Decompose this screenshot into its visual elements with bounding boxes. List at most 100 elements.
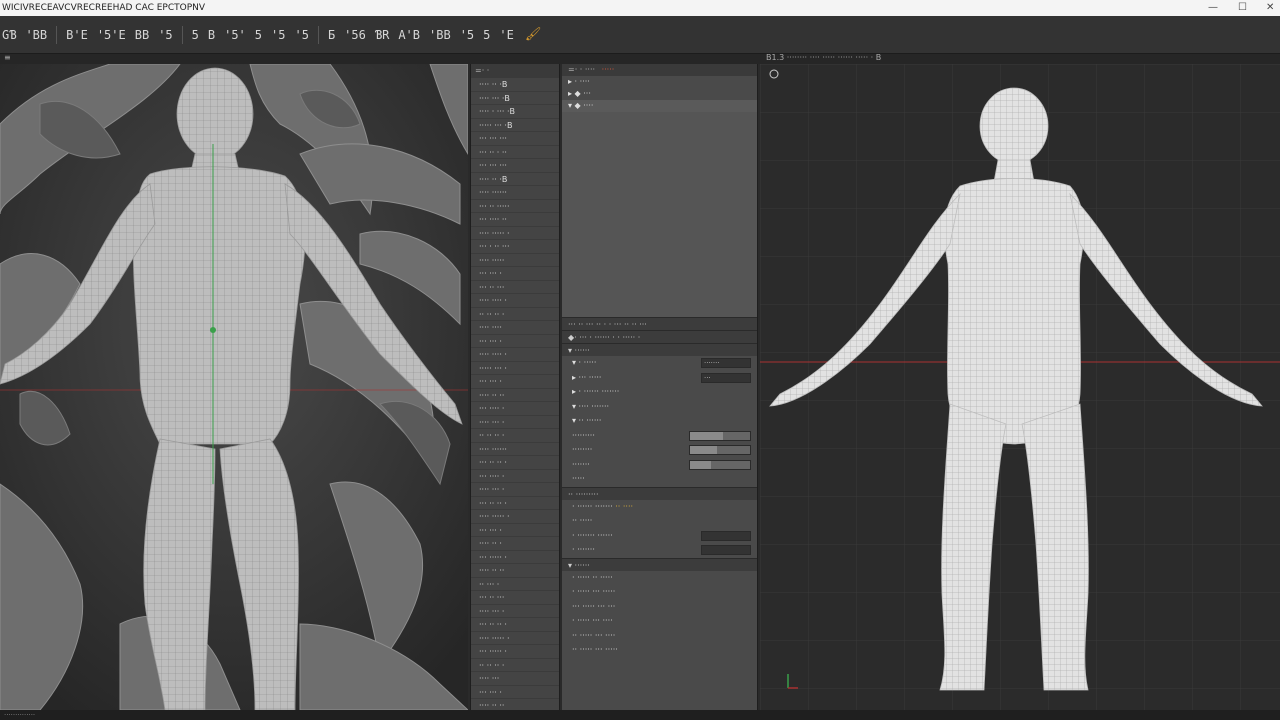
outliner-item[interactable]: ···· ·· ·B bbox=[471, 173, 559, 186]
toolbar-button-18[interactable]: '5 bbox=[460, 28, 474, 42]
layer-section-header[interactable]: ▾ ······ bbox=[562, 557, 757, 571]
outliner-item[interactable]: ··· ··· · bbox=[471, 335, 559, 348]
outliner-item[interactable]: ··· ··· · bbox=[471, 686, 559, 699]
outliner-item[interactable]: ···· ·· ·· bbox=[471, 564, 559, 578]
outliner-item[interactable]: ···· ·· · bbox=[471, 537, 559, 551]
outliner-item[interactable]: ···· ···· bbox=[471, 321, 559, 335]
outliner-item[interactable]: ··· · ·· ··· bbox=[471, 240, 559, 254]
outliner-item[interactable]: ··· ···· ·· bbox=[471, 213, 559, 227]
layer-row[interactable]: · ····· ··· ···· bbox=[562, 614, 757, 629]
layer-row[interactable]: ·· ····· ··· ···· bbox=[562, 629, 757, 644]
toolbar-button-14[interactable]: '56 bbox=[344, 28, 366, 42]
outliner-item[interactable]: ···· ···· · bbox=[471, 294, 559, 308]
toolbar-button-13[interactable]: Ƃ bbox=[328, 28, 335, 42]
toolbar-button-6[interactable]: '5 bbox=[158, 28, 172, 42]
toolbar-button-7[interactable]: 5 bbox=[192, 28, 199, 42]
property-field[interactable]: ··· bbox=[701, 372, 751, 383]
outliner-item[interactable]: ··· ·· ····· bbox=[471, 200, 559, 213]
outliner-item[interactable]: ···· ··· bbox=[471, 672, 559, 686]
toolbar-button-19[interactable]: 5 bbox=[483, 28, 490, 42]
paint-brush-icon[interactable]: 🖌 bbox=[525, 27, 542, 42]
outliner-item[interactable]: ···· ·· ·· bbox=[471, 389, 559, 402]
outliner-item[interactable]: ···· ······ bbox=[471, 443, 559, 456]
outliner-item[interactable]: ···· ··· ·B bbox=[471, 92, 559, 105]
toolbar-button-2[interactable]: 'BB bbox=[25, 28, 47, 42]
layer-row[interactable]: ··· ····· ··· ··· bbox=[562, 600, 757, 615]
close-button[interactable]: ✕ bbox=[1266, 0, 1274, 16]
outliner-item[interactable]: ··· ··· · bbox=[471, 524, 559, 537]
tree-item-selected[interactable]: ▾ ◆ ···· bbox=[562, 100, 757, 112]
property-row: ▾ ···· ······· bbox=[572, 401, 610, 411]
outliner-item[interactable]: ··· ····· · bbox=[471, 645, 559, 659]
toolbar-button-16[interactable]: A'B bbox=[398, 28, 420, 42]
properties-tabs[interactable]: ··· ·· ··· ·· · · ··· ·· ·· ··· bbox=[562, 317, 757, 330]
property-field[interactable]: ······· bbox=[701, 358, 751, 368]
outliner-item[interactable]: ···· · ··· ·B bbox=[471, 105, 559, 119]
outliner-item[interactable]: ···· ······ bbox=[471, 186, 559, 200]
tree-item[interactable]: ▸ · ···· bbox=[562, 76, 757, 88]
outliner-item[interactable]: ·· ·· ·· · bbox=[471, 308, 559, 321]
toolbar-button-17[interactable]: 'BB bbox=[429, 28, 451, 42]
outliner-item[interactable]: ···· ····· · bbox=[471, 227, 559, 240]
layer-row[interactable]: · ····· ··· ····· bbox=[562, 585, 757, 600]
settings-section-header[interactable]: ·· ········· bbox=[562, 486, 757, 500]
outliner-item[interactable]: ··· ·· ·· · bbox=[471, 456, 559, 470]
left-3d-viewport[interactable] bbox=[0, 64, 468, 710]
outliner-item[interactable]: ···· ··· · bbox=[471, 483, 559, 497]
outliner-item[interactable]: ··· ····· · bbox=[471, 551, 559, 564]
toolbar-button-5[interactable]: BB bbox=[135, 28, 149, 42]
property-slider[interactable] bbox=[689, 430, 751, 441]
outliner-item[interactable]: ···· ··· · bbox=[471, 416, 559, 429]
toolbar-button-9[interactable]: '5' bbox=[224, 28, 246, 42]
layer-row[interactable]: · ····· ·· ····· bbox=[562, 571, 757, 586]
outliner-item[interactable]: ····· ··· · bbox=[471, 362, 559, 375]
outliner-item[interactable]: ···· ····· bbox=[471, 254, 559, 267]
modifier-section-header[interactable]: ▾ ······ bbox=[562, 343, 757, 356]
outliner-item[interactable]: ··· ·· · ·· bbox=[471, 146, 559, 159]
outliner-item[interactable]: ·· ·· ·· · bbox=[471, 659, 559, 672]
layer-row[interactable]: ·· ····· ··· ····· bbox=[562, 643, 757, 658]
toolbar-button-8[interactable]: B bbox=[208, 28, 215, 42]
property-field[interactable] bbox=[701, 530, 751, 541]
tree-item[interactable]: ▸ ◆ ··· bbox=[562, 88, 757, 100]
toolbar-button-10[interactable]: 5 bbox=[255, 28, 262, 42]
property-field[interactable] bbox=[701, 545, 751, 555]
outliner-item[interactable]: ··· ··· · bbox=[471, 375, 559, 389]
outliner-item[interactable]: ··· ·· ·· · bbox=[471, 497, 559, 510]
maximize-button[interactable]: ☐ bbox=[1238, 0, 1247, 16]
toolbar-button-12[interactable]: '5 bbox=[294, 28, 308, 42]
outliner-item[interactable]: ··· ··· ··· bbox=[471, 159, 559, 173]
toolbar-button-1[interactable]: GƁ bbox=[2, 28, 16, 42]
main-toolbar: GƁ 'BB B'E '5'E BB '5 5 B '5' 5 '5 '5 Ƃ … bbox=[0, 16, 1280, 54]
outliner-item[interactable]: ···· ···· · bbox=[471, 348, 559, 362]
active-tab-label[interactable]: ····· bbox=[602, 65, 615, 74]
outliner-item[interactable]: ··· ·· ··· bbox=[471, 591, 559, 605]
outliner-item[interactable]: ··· ·· ·· · bbox=[471, 618, 559, 632]
toolbar-button-15[interactable]: ƁR bbox=[375, 28, 389, 42]
properties-subheader[interactable]: ◆· ··· · ······ · · ····· · bbox=[562, 330, 757, 343]
outliner-item[interactable]: ···· ··· · bbox=[471, 605, 559, 618]
menu-icon[interactable]: ≡ bbox=[4, 53, 11, 62]
outliner-item[interactable]: ··· ··· · bbox=[471, 267, 559, 281]
outliner-item[interactable]: ···· ····· · bbox=[471, 510, 559, 524]
right-viewport-canvas bbox=[760, 64, 1280, 710]
toolbar-button-20[interactable]: 'E bbox=[499, 28, 513, 42]
toolbar-button-4[interactable]: '5'E bbox=[97, 28, 126, 42]
toolbar-button-3[interactable]: B'E bbox=[66, 28, 88, 42]
right-3d-viewport[interactable] bbox=[760, 64, 1280, 710]
outliner-item[interactable]: ···· ····· · bbox=[471, 632, 559, 645]
toolbar-divider bbox=[56, 25, 58, 44]
outliner-item[interactable]: ·· ·· ·· · bbox=[471, 429, 559, 443]
outliner-item[interactable]: ···· ·· ·B bbox=[471, 78, 559, 92]
toolbar-button-11[interactable]: '5 bbox=[271, 28, 285, 42]
outliner-item[interactable]: ··· ···· · bbox=[471, 470, 559, 483]
outliner-item[interactable]: ··· ···· · bbox=[471, 402, 559, 416]
property-slider[interactable] bbox=[689, 445, 751, 455]
scene-tree-header: =· · ···· ····· bbox=[562, 64, 757, 76]
property-slider[interactable] bbox=[689, 459, 751, 470]
outliner-item[interactable]: ····· ··· ·B bbox=[471, 119, 559, 132]
outliner-item[interactable]: ··· ··· ··· bbox=[471, 132, 559, 146]
outliner-item[interactable]: ·· ··· · bbox=[471, 578, 559, 591]
outliner-item[interactable]: ··· ·· ··· bbox=[471, 281, 559, 294]
minimize-button[interactable]: — bbox=[1208, 0, 1218, 16]
